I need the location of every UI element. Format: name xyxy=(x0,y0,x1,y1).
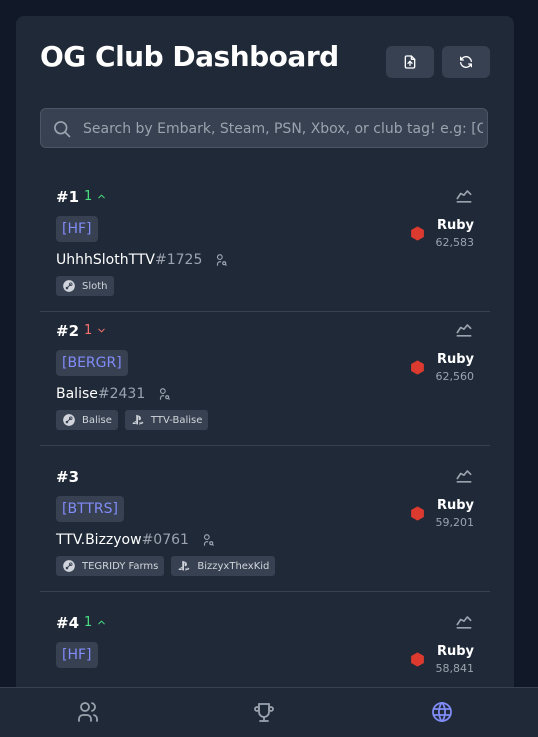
leaderboard-entry[interactable]: #3 [BTTRS] TTV.Bizzyow #0761 TEGRIDY Farms Bi… xyxy=(40,458,490,592)
export-button[interactable] xyxy=(386,46,434,78)
club-tag[interactable]: [HF] xyxy=(56,216,98,242)
platform-badge-playstation: BizzyxThexKid xyxy=(171,556,276,576)
platform-label: TTV-Balise xyxy=(150,414,203,426)
player-discriminator: #2431 xyxy=(97,386,146,402)
league-name: Ruby xyxy=(436,644,474,659)
platform-label: BizzyxThexKid xyxy=(197,560,270,572)
file-export-icon xyxy=(404,55,416,69)
user-search-icon[interactable] xyxy=(201,533,215,547)
player-username: Balise xyxy=(56,386,98,402)
ruby-rank-icon xyxy=(410,506,424,521)
platform-badge-steam: Sloth xyxy=(56,276,114,296)
club-tag[interactable]: [BERGR] xyxy=(56,350,128,376)
steam-icon xyxy=(63,414,75,426)
league-info: Ruby 58,841 xyxy=(409,644,475,675)
steam-icon xyxy=(63,560,75,572)
league-text: Ruby 58,841 xyxy=(436,644,475,675)
playstation-icon xyxy=(178,560,190,571)
chevron-down-icon xyxy=(98,328,105,333)
search-bar xyxy=(40,108,488,148)
league-info: Ruby 62,560 xyxy=(409,352,475,383)
rank-label: #2 xyxy=(56,322,80,340)
platform-list: TEGRIDY Farms BizzyxThexKid xyxy=(56,556,276,576)
trophy-icon xyxy=(254,703,274,722)
player-name: UhhhSlothTTV #1725 xyxy=(56,252,228,268)
platform-badge-playstation: TTV-Balise xyxy=(124,410,209,430)
rank-change: 1 xyxy=(84,615,107,630)
club-tag[interactable]: [HF] xyxy=(56,642,98,668)
league-score: 58,841 xyxy=(435,662,475,675)
rank-label: #4 xyxy=(56,614,80,632)
rank-change-value: 1 xyxy=(84,615,93,630)
club-tag[interactable]: [BTTRS] xyxy=(56,496,124,522)
bottom-nav xyxy=(0,687,538,737)
search-input[interactable] xyxy=(81,109,485,147)
rank-change: 1 xyxy=(84,189,107,204)
user-search-icon[interactable] xyxy=(214,253,228,267)
rank-change: 1 xyxy=(84,323,107,338)
league-name: Ruby xyxy=(436,352,474,367)
league-text: Ruby 62,583 xyxy=(436,218,475,249)
league-text: Ruby 62,560 xyxy=(436,352,475,383)
nav-leaderboard[interactable] xyxy=(252,700,276,724)
leaderboard-entry[interactable]: #1 1 [HF] UhhhSlothTTV #1725 Sloth Ruby 62,583 xyxy=(40,178,490,312)
globe-icon xyxy=(432,702,452,722)
rank-change-value: 1 xyxy=(84,323,93,338)
users-icon xyxy=(78,702,98,722)
refresh-button[interactable] xyxy=(442,46,490,78)
rank-label: #1 xyxy=(56,188,80,206)
league-score: 62,560 xyxy=(435,370,475,383)
nav-global[interactable] xyxy=(430,700,454,724)
league-score: 59,201 xyxy=(435,516,475,529)
nav-members[interactable] xyxy=(76,700,100,724)
chart-line-icon[interactable] xyxy=(454,320,474,340)
league-info: Ruby 62,583 xyxy=(409,218,475,249)
platform-list: Sloth xyxy=(56,276,114,296)
chart-line-icon[interactable] xyxy=(454,466,474,486)
player-username: UhhhSlothTTV xyxy=(56,252,156,268)
refresh-icon xyxy=(460,56,472,68)
user-search-icon[interactable] xyxy=(157,387,171,401)
league-info: Ruby 59,201 xyxy=(409,498,475,529)
player-name: TTV.Bizzyow #0761 xyxy=(56,532,215,548)
dashboard-panel: OG Club Dashboard #1 1 [HF] UhhhSlothTTV#17… xyxy=(16,16,514,716)
chart-line-icon[interactable] xyxy=(454,186,474,206)
player-discriminator: #0761 xyxy=(141,532,189,548)
playstation-icon xyxy=(132,414,144,425)
platform-label: Sloth xyxy=(82,280,108,292)
league-score: 62,583 xyxy=(435,236,475,249)
search-icon xyxy=(54,121,71,138)
chevron-up-icon xyxy=(98,194,105,199)
league-name: Ruby xyxy=(436,218,474,233)
page-title: OG Club Dashboard xyxy=(40,40,339,73)
league-name: Ruby xyxy=(436,498,474,513)
ruby-rank-icon xyxy=(410,360,424,375)
ruby-rank-icon xyxy=(410,226,424,241)
chart-line-icon[interactable] xyxy=(454,612,474,632)
platform-list: Balise TTV-Balise xyxy=(56,410,209,430)
platform-badge-steam: TEGRIDY Farms xyxy=(56,556,165,576)
platform-badge-steam: Balise xyxy=(56,410,118,430)
steam-icon xyxy=(63,280,75,292)
ruby-rank-icon xyxy=(410,652,424,667)
chevron-up-icon xyxy=(98,620,105,625)
player-username: TTV.Bizzyow xyxy=(56,532,142,548)
player-name: Balise #2431 xyxy=(56,386,171,402)
league-text: Ruby 59,201 xyxy=(436,498,475,529)
leaderboard-entry[interactable]: #2 1 [BERGR] Balise #2431 Balise TTV-Balise Rub… xyxy=(40,312,490,446)
platform-label: TEGRIDY Farms xyxy=(82,560,159,572)
rank-change-value: 1 xyxy=(84,189,93,204)
rank-label: #3 xyxy=(56,468,80,486)
player-discriminator: #1725 xyxy=(155,252,203,268)
platform-label: Balise xyxy=(82,414,112,426)
